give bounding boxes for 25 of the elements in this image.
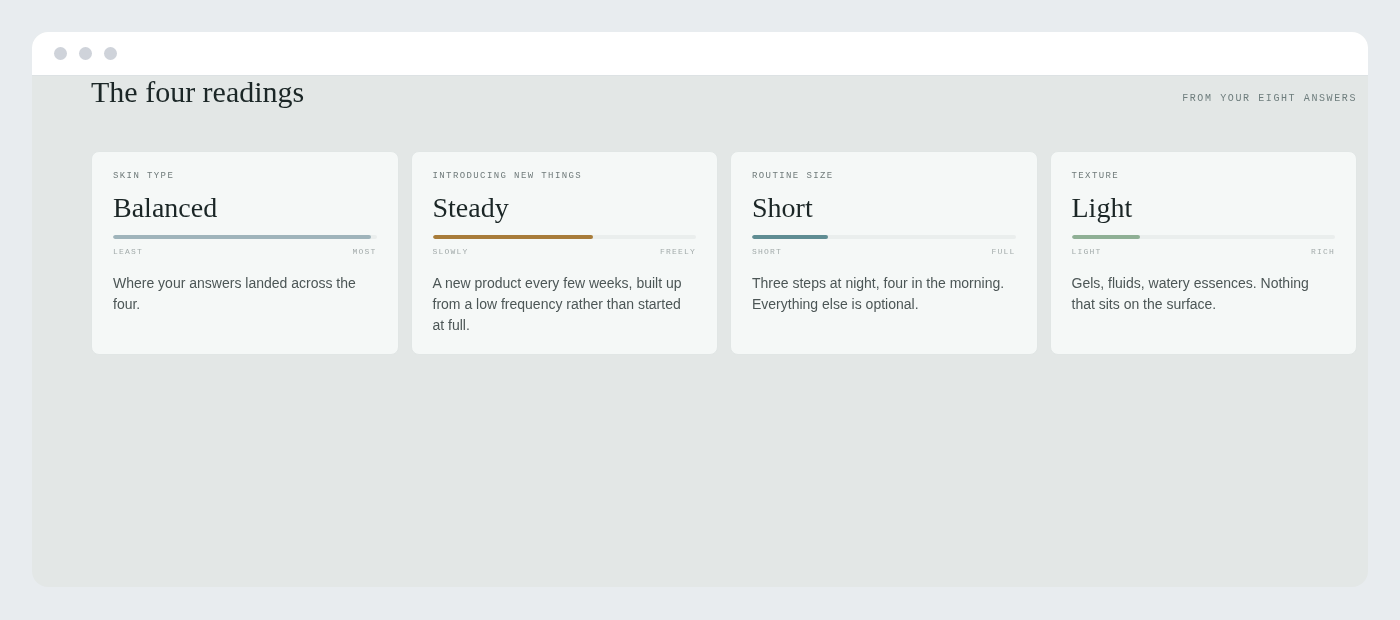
window-control-dot[interactable] <box>79 47 92 60</box>
reading-description: A new product every few weeks, built up from a low frequency rather than started at full. <box>432 274 683 335</box>
scale-high-label: FULL <box>991 247 1016 256</box>
window-control-dot[interactable] <box>104 47 117 60</box>
reading-value: Light <box>1071 192 1134 224</box>
reading-label: ROUTINE SIZE <box>752 171 835 181</box>
section-subtitle: FROM YOUR EIGHT ANSWERS <box>1182 93 1357 104</box>
reading-description: Where your answers landed across the four. <box>113 274 357 314</box>
reading-value: Balanced <box>113 192 219 224</box>
reading-value: Steady <box>432 192 510 224</box>
reading-label: SKIN TYPE <box>113 171 176 181</box>
scale-high-label: RICH <box>1311 247 1335 256</box>
scale-low-label: LIGHT <box>1071 247 1102 256</box>
scale-low-label: SHORT <box>752 247 782 256</box>
scale-low-label: LEAST <box>113 247 143 256</box>
section-title: The four readings <box>91 77 305 107</box>
reading-description: Three steps at night, four in the morning. Everything else is optional. <box>752 274 1006 314</box>
reading-description: Gels, fluids, watery essences. Nothing that sits on the surface. <box>1071 274 1310 314</box>
reading-value: Short <box>752 192 814 224</box>
scale-high-label: FREELY <box>660 247 696 256</box>
window-control-dot[interactable] <box>54 47 67 60</box>
scale-high-label: MOST <box>352 247 377 256</box>
scale-low-label: SLOWLY <box>432 247 469 256</box>
reading-label: INTRODUCING NEW THINGS <box>432 171 584 181</box>
reading-label: TEXTURE <box>1071 171 1121 181</box>
